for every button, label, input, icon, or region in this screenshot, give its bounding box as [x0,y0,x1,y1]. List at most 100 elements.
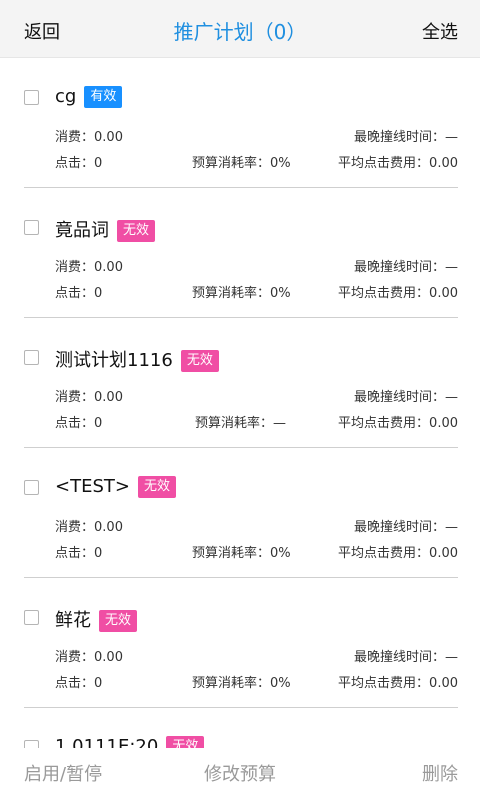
clicks-value: 0 [94,676,103,691]
budget-rate-value: — [273,416,287,431]
list-item[interactable]: 鲜花 无效 消费：0.00 最晚撞线时间：— 点击：0 预算消耗率：0% 平均点击… [0,578,480,708]
budget-rate-label: 预算消耗率： [192,156,271,171]
avg-cpc-label: 平均点击费用： [338,156,430,171]
spend-label: 消费： [55,130,95,145]
plan-checkbox[interactable] [24,480,39,495]
avg-cpc-label: 平均点击费用： [338,546,430,561]
status-badge: 无效 [117,220,156,242]
budget-rate-label: 预算消耗率： [192,286,271,301]
latest-offline-label: 最晚撞线时间： [353,650,445,665]
latest-offline-value: — [445,390,458,405]
spend-value: 0.00 [94,390,123,405]
clicks-stat: 点击：0 [55,542,102,561]
edit-budget-button[interactable]: 修改预算 [0,760,480,786]
list-item[interactable]: cg 有效 消费：0.00 最晚撞线时间：— 点击：0 预算消耗率：0% 平均点击… [0,58,480,188]
spend-stat: 消费：0.00 [55,256,123,275]
avg-cpc-label: 平均点击费用： [338,286,430,301]
status-badge: 无效 [137,476,176,498]
status-badge: 无效 [180,350,219,372]
clicks-label: 点击： [55,416,95,431]
avg-cpc-stat: 平均点击费用：0.00 [338,412,458,431]
avg-cpc-label: 平均点击费用： [338,416,430,431]
avg-cpc-stat: 平均点击费用：0.00 [338,282,458,301]
plan-name: 竟品词 无效 [55,216,156,242]
avg-cpc-value: 0.00 [429,156,458,171]
spend-stat: 消费：0.00 [55,516,123,535]
plan-name-text: 竟品词 [55,220,109,241]
latest-offline-stat: 最晚撞线时间：— [354,126,458,145]
plan-list[interactable]: cg 有效 消费：0.00 最晚撞线时间：— 点击：0 预算消耗率：0% 平均点击… [0,58,480,748]
clicks-value: 0 [94,286,103,301]
clicks-value: 0 [94,546,103,561]
latest-offline-stat: 最晚撞线时间：— [354,646,458,665]
page-title: 推广计划（0） [173,20,307,44]
budget-rate-label: 预算消耗率： [192,676,271,691]
list-item[interactable]: 竟品词 无效 消费：0.00 最晚撞线时间：— 点击：0 预算消耗率：0% 平均点… [0,188,480,318]
budget-rate-value: 0% [270,156,291,171]
avg-cpc-value: 0.00 [429,676,458,691]
avg-cpc-value: 0.00 [429,416,458,431]
latest-offline-stat: 最晚撞线时间：— [354,256,458,275]
plan-name-text: <TEST> [55,476,130,497]
plan-name: 鲜花 无效 [55,606,138,632]
plan-name: <TEST> 无效 [55,476,176,498]
plan-name-text: 鲜花 [55,610,91,631]
spend-stat: 消费：0.00 [55,126,123,145]
clicks-label: 点击： [55,156,95,171]
list-item[interactable]: 1.0111E:20 无效 [0,708,480,748]
clicks-stat: 点击：0 [55,672,102,691]
avg-cpc-value: 0.00 [429,546,458,561]
latest-offline-label: 最晚撞线时间： [353,390,445,405]
plan-name: 1.0111E:20 无效 [55,736,205,748]
top-bar: 返回 推广计划（0） 全选 [0,0,480,58]
clicks-label: 点击： [55,286,95,301]
latest-offline-label: 最晚撞线时间： [353,260,445,275]
budget-rate-stat: 预算消耗率：0% [192,152,291,171]
avg-cpc-stat: 平均点击费用：0.00 [338,152,458,171]
spend-stat: 消费：0.00 [55,386,123,405]
clicks-value: 0 [94,416,103,431]
list-item[interactable]: <TEST> 无效 消费：0.00 最晚撞线时间：— 点击：0 预算消耗率：0% … [0,448,480,578]
plan-checkbox[interactable] [24,350,39,365]
avg-cpc-stat: 平均点击费用：0.00 [338,672,458,691]
list-item[interactable]: 测试计划1116 无效 消费：0.00 最晚撞线时间：— 点击：0 预算消耗率：—… [0,318,480,448]
spend-label: 消费： [55,650,95,665]
budget-rate-value: 0% [270,676,291,691]
budget-rate-value: 0% [270,546,291,561]
plan-name-text: cg [55,86,77,107]
budget-rate-label: 预算消耗率： [195,416,274,431]
spend-label: 消费： [55,520,95,535]
clicks-stat: 点击：0 [55,412,102,431]
spend-value: 0.00 [94,130,123,145]
plan-name-text: 1.0111E:20 [55,736,159,748]
clicks-stat: 点击：0 [55,282,102,301]
budget-rate-stat: 预算消耗率：0% [192,542,291,561]
spend-label: 消费： [55,390,95,405]
spend-label: 消费： [55,260,95,275]
plan-checkbox[interactable] [24,90,39,105]
budget-rate-stat: 预算消耗率：0% [192,672,291,691]
plan-checkbox[interactable] [24,740,39,748]
latest-offline-value: — [445,520,458,535]
avg-cpc-value: 0.00 [429,286,458,301]
avg-cpc-label: 平均点击费用： [338,676,430,691]
plan-checkbox[interactable] [24,610,39,625]
status-badge: 无效 [99,610,138,632]
plan-name: cg 有效 [55,86,123,108]
plan-checkbox[interactable] [24,220,39,235]
plan-name-text: 测试计划1116 [55,350,173,371]
latest-offline-stat: 最晚撞线时间：— [354,516,458,535]
avg-cpc-stat: 平均点击费用：0.00 [338,542,458,561]
delete-button[interactable]: 删除 [422,760,458,786]
budget-rate-stat: 预算消耗率：0% [192,282,291,301]
clicks-label: 点击： [55,676,95,691]
clicks-stat: 点击：0 [55,152,102,171]
select-all-button[interactable]: 全选 [422,18,458,44]
plan-name: 测试计划1116 无效 [55,346,219,372]
latest-offline-value: — [445,260,458,275]
latest-offline-value: — [445,650,458,665]
budget-rate-stat: 预算消耗率：— [195,412,286,431]
spend-value: 0.00 [94,650,123,665]
spend-value: 0.00 [94,260,123,275]
status-badge: 有效 [84,86,123,108]
